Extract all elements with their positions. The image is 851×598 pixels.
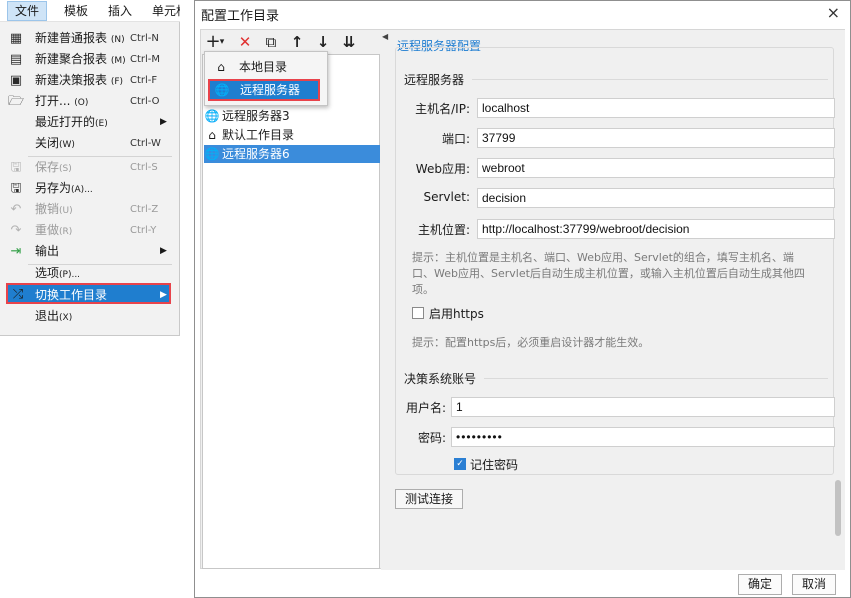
globe-icon: 🌐 bbox=[214, 83, 230, 97]
aggregate-report-icon: ▤ bbox=[9, 52, 23, 67]
test-connection-button[interactable]: 测试连接 bbox=[395, 489, 463, 509]
home-icon: ⌂ bbox=[217, 60, 225, 74]
folder-open-icon: 🗁 bbox=[8, 94, 25, 109]
label-location: 主机位置: bbox=[417, 223, 470, 237]
delete-icon[interactable]: ✕ bbox=[235, 32, 255, 52]
scroll-left-icon: ◀ bbox=[382, 32, 389, 41]
ok-button[interactable]: 确定 bbox=[738, 574, 782, 595]
menu-item-new-aggregate[interactable]: ▤ 新建聚合报表 (M) Ctrl-M bbox=[0, 49, 172, 70]
export-icon: ⇥ bbox=[10, 244, 22, 259]
label-port: 端口: bbox=[441, 132, 470, 146]
section-decision-account: 决策系统账号 bbox=[404, 372, 477, 386]
menu-file[interactable]: 文件 bbox=[7, 1, 47, 21]
menu-item-close[interactable]: 关闭(W) Ctrl-W bbox=[0, 133, 172, 154]
tree-item-default[interactable]: ⌂ 默认工作目录 bbox=[204, 126, 380, 144]
remember-password-checkbox[interactable]: ✓ bbox=[454, 458, 466, 470]
remember-password-label: 记住密码 bbox=[470, 458, 519, 472]
chevron-down-icon[interactable]: ▾ bbox=[217, 32, 227, 52]
move-up-icon[interactable]: ↑ bbox=[287, 32, 307, 52]
menu-item-open[interactable]: 🗁 打开... (O) Ctrl-O bbox=[0, 91, 172, 112]
home-icon: ⌂ bbox=[208, 128, 216, 142]
menu-item-switch-workdir[interactable]: ⤮ 切换工作目录 ▶ bbox=[6, 283, 171, 304]
port-input[interactable]: 37799 bbox=[477, 128, 835, 148]
sort-icon[interactable]: ⇊ bbox=[339, 32, 359, 52]
dashboard-report-icon: ▣ bbox=[9, 73, 23, 88]
menu-insert[interactable]: 插入 bbox=[108, 3, 132, 20]
popup-item-local[interactable]: ⌂ 本地目录 bbox=[213, 56, 287, 78]
submenu-arrow-icon: ▶ bbox=[160, 290, 167, 300]
switch-icon: ⤮ bbox=[12, 287, 24, 302]
host-input[interactable]: localhost bbox=[477, 98, 835, 118]
password-input[interactable]: ••••••••• bbox=[451, 427, 835, 447]
copy-icon[interactable]: ⧉ bbox=[261, 32, 281, 52]
submenu-arrow-icon: ▶ bbox=[160, 117, 167, 127]
menu-item-options[interactable]: 选项(P)... bbox=[0, 263, 172, 284]
popup-item-remote[interactable]: 🌐 远程服务器 bbox=[208, 79, 320, 101]
label-password: 密码: bbox=[417, 431, 446, 445]
menu-item-recent[interactable]: 最近打开的(E) ▶ bbox=[0, 112, 172, 133]
menu-item-exit[interactable]: 退出(X) bbox=[0, 306, 172, 327]
menu-item-save-as[interactable]: 🖫 另存为(A)... bbox=[0, 178, 172, 199]
cancel-button[interactable]: 取消 bbox=[792, 574, 836, 595]
location-input[interactable]: http://localhost:37799/webroot/decision bbox=[477, 219, 835, 239]
grid-report-icon: ▦ bbox=[9, 31, 23, 46]
remote-server-groupbox: 远程服务器 主机名/IP: localhost 端口: 37799 Web应用:… bbox=[395, 47, 835, 475]
close-icon[interactable]: × bbox=[827, 3, 840, 22]
hint-https: 提示：配置https后，必须重启设计器才能生效。 bbox=[412, 336, 650, 349]
globe-icon: 🌐 bbox=[204, 147, 220, 161]
save-as-icon: 🖫 bbox=[10, 181, 22, 196]
menu-bar: 文件 模板 插入 单元格 bbox=[0, 0, 180, 22]
menu-item-save[interactable]: 🖫 保存(S) Ctrl-S bbox=[0, 157, 172, 178]
dialog-body: + ▾ ✕ ⧉ ↑ ↓ ⇊ 🌐 远程服务器3 ⌂ 默认工作目录 🌐 远程服务器6 ◀ … bbox=[200, 29, 845, 570]
globe-icon: 🌐 bbox=[204, 109, 220, 123]
label-servlet: Servlet: bbox=[423, 190, 471, 204]
webapp-input[interactable]: webroot bbox=[477, 158, 835, 178]
tree-item-remote3[interactable]: 🌐 远程服务器3 bbox=[204, 107, 380, 125]
menu-cell[interactable]: 单元格 bbox=[152, 3, 180, 20]
workdir-tree: 🌐 远程服务器3 ⌂ 默认工作目录 🌐 远程服务器6 bbox=[202, 54, 380, 569]
dialog-title: 配置工作目录 bbox=[201, 9, 280, 24]
submenu-arrow-icon: ▶ bbox=[160, 246, 167, 256]
tree-item-remote6[interactable]: 🌐 远程服务器6 bbox=[204, 145, 380, 163]
undo-icon: ↶ bbox=[10, 202, 22, 217]
username-input[interactable]: 1 bbox=[451, 397, 835, 417]
hint-host-location: 提示：主机位置是主机名、端口、Web应用、Servlet的组合，填写主机名、端 … bbox=[412, 251, 805, 296]
servlet-input[interactable]: decision bbox=[477, 188, 835, 208]
menu-template[interactable]: 模板 bbox=[64, 3, 88, 20]
file-menu-dropdown: ▦ 新建普通报表 (N) Ctrl-N ▤ 新建聚合报表 (M) Ctrl-M … bbox=[0, 22, 180, 336]
right-scrollbar[interactable] bbox=[833, 48, 843, 568]
https-checkbox[interactable] bbox=[412, 307, 424, 319]
redo-icon: ↷ bbox=[10, 223, 22, 238]
menu-item-export[interactable]: ⇥ 输出 ▶ bbox=[0, 241, 172, 262]
move-down-icon[interactable]: ↓ bbox=[313, 32, 333, 52]
save-icon: 🖫 bbox=[10, 160, 22, 175]
label-host: 主机名/IP: bbox=[415, 102, 470, 116]
menu-item-new-dashboard[interactable]: ▣ 新建决策报表 (F) Ctrl-F bbox=[0, 70, 172, 91]
section-remote-server: 远程服务器 bbox=[404, 73, 465, 87]
add-workdir-popup: ⌂ 本地目录 🌐 远程服务器 bbox=[204, 51, 328, 106]
label-username: 用户名: bbox=[405, 401, 446, 415]
menu-item-new-report[interactable]: ▦ 新建普通报表 (N) Ctrl-N bbox=[0, 28, 172, 49]
scrollbar-thumb[interactable] bbox=[835, 480, 841, 536]
menu-item-undo[interactable]: ↶ 撤销(U) Ctrl-Z bbox=[0, 199, 172, 220]
label-webapp: Web应用: bbox=[415, 162, 470, 176]
https-label: 启用https bbox=[429, 307, 484, 321]
menu-item-redo[interactable]: ↷ 重做(R) Ctrl-Y bbox=[0, 220, 172, 241]
left-scrollbar[interactable]: ◀ bbox=[381, 30, 389, 570]
remote-server-panel: 远程服务器配置 远程服务器 主机名/IP: localhost 端口: 3779… bbox=[389, 30, 845, 570]
